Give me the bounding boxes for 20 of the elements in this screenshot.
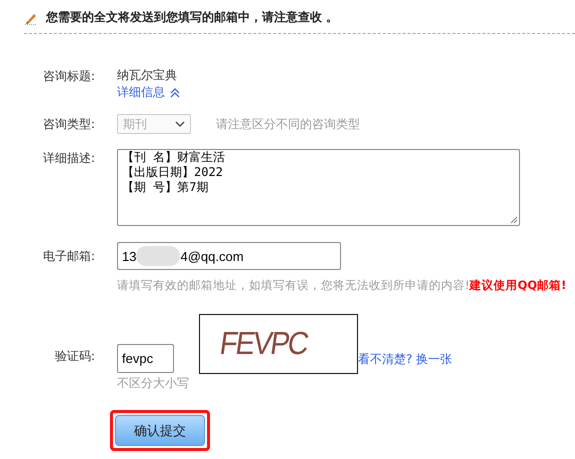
captcha-hint: 不区分大小写 — [117, 375, 190, 392]
captcha-input[interactable]: fevpc — [117, 344, 174, 373]
title-value: 纳瓦尔宝典 — [117, 67, 178, 84]
email-hint: 请填写有效的邮箱地址，如填写有误，您将无法收到所申请的内容!建议使用QQ邮箱! — [117, 278, 566, 293]
double-chevron-icon — [169, 88, 181, 98]
resize-grip-icon[interactable] — [509, 215, 518, 224]
notice-text: 您需要的全文将发送到您填写的邮箱中，请注意查收 。 — [46, 9, 338, 26]
submit-button[interactable]: 确认提交 — [115, 415, 205, 446]
field-label: 验证码: — [54, 348, 95, 365]
email-input[interactable]: 13 4@qq.com — [117, 242, 341, 270]
field-label: 咨询标题: — [42, 68, 95, 85]
description-textarea[interactable]: 【刊 名】财富生活 【出版日期】2022 【期 号】第7期 — [117, 149, 520, 226]
captcha-image: FEVPC — [199, 314, 358, 374]
field-label: 电子邮箱: — [42, 248, 95, 265]
field-label: 咨询类型: — [42, 116, 95, 133]
dropdown-caret-icon — [175, 120, 185, 128]
details-link[interactable]: 详细信息 — [117, 84, 181, 101]
refresh-captcha-link[interactable]: 看不清楚? 换一张 — [358, 351, 452, 368]
type-hint: 请注意区分不同的咨询类型 — [216, 116, 360, 132]
field-label: 详细描述: — [42, 150, 95, 167]
